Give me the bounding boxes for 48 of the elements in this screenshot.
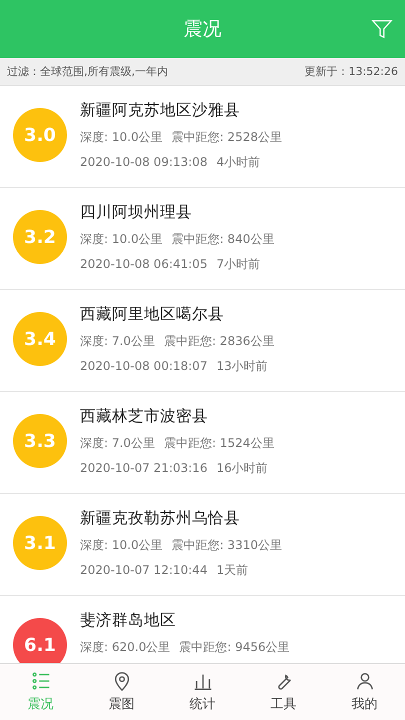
tab[interactable]: 统计 [162,664,243,720]
magnitude-badge: 3.1 [13,516,67,570]
time-ago: 1天前 [216,562,248,579]
depth-text: 深度: 7.0公里 [80,435,155,452]
header-title: 震况 [184,17,222,42]
magnitude-badge: 3.0 [13,108,67,162]
distance-text: 震中距您: 9456公里 [179,639,290,656]
earthquake-item[interactable]: 3.3 西藏林芝市波密县 深度: 7.0公里 震中距您: 1524公里 2020-10-07 21:03:16 16小时前 [0,392,405,494]
quake-time: 2020-10-08 00:18:07 [80,358,208,375]
place-name: 新疆克孜勒苏州乌恰县 [80,508,241,529]
time-ago: 7小时前 [216,256,260,273]
update-time: 更新于：13:52:26 [304,64,398,79]
place-name: 西藏林芝市波密县 [80,406,209,427]
time-ago: 4小时前 [216,154,260,171]
depth-text: 深度: 10.0公里 [80,129,163,146]
place-name: 斐济群岛地区 [80,610,177,631]
earthquake-item[interactable]: 3.4 西藏阿里地区噶尔县 深度: 7.0公里 震中距您: 2836公里 2020-10-08 00:18:07 13小时前 [0,290,405,392]
earthquake-item[interactable]: 3.1 新疆克孜勒苏州乌恰县 深度: 10.0公里 震中距您: 3310公里 2020-10-07 12:10:44 1天前 [0,494,405,596]
earthquake-item[interactable]: 3.0 新疆阿克苏地区沙雅县 深度: 10.0公里 震中距您: 2528公里 2020-10-08 09:13:08 4小时前 [0,86,405,188]
depth-text: 深度: 10.0公里 [80,537,163,554]
filter-summary: 过滤：全球范围,所有震级,一年内 [7,64,168,79]
magnitude-badge: 3.2 [13,210,67,264]
quake-time: 2020-10-08 09:13:08 [80,154,208,171]
distance-text: 震中距您: 1524公里 [164,435,274,452]
magnitude-badge: 3.3 [13,414,67,468]
distance-text: 震中距您: 2836公里 [164,333,274,350]
magnitude-badge: 6.1 [13,618,67,663]
time-ago: 13小时前 [216,358,268,375]
tab[interactable]: 我的 [324,664,405,720]
quake-time: 2020-10-08 06:41:05 [80,256,208,273]
quake-time: 2020-10-07 12:10:44 [80,562,208,579]
depth-text: 深度: 10.0公里 [80,231,163,248]
tab[interactable]: 震图 [81,664,162,720]
depth-text: 深度: 620.0公里 [80,639,170,656]
time-ago: 16小时前 [216,460,268,477]
magnitude-badge: 3.4 [13,312,67,366]
tab[interactable]: 工具 [243,664,324,720]
distance-text: 震中距您: 3310公里 [172,537,282,554]
distance-text: 震中距您: 840公里 [172,231,274,248]
place-name: 西藏阿里地区噶尔县 [80,304,225,325]
quake-time: 2020-10-07 21:03:16 [80,460,208,477]
filter-icon [371,18,393,40]
place-name: 四川阿坝州理县 [80,202,193,223]
distance-text: 震中距您: 2528公里 [172,129,282,146]
place-name: 新疆阿克苏地区沙雅县 [80,100,241,121]
earthquake-item[interactable]: 3.2 四川阿坝州理县 深度: 10.0公里 震中距您: 840公里 2020-10-08 06:41:05 7小时前 [0,188,405,290]
depth-text: 深度: 7.0公里 [80,333,155,350]
list-icon [30,670,52,692]
